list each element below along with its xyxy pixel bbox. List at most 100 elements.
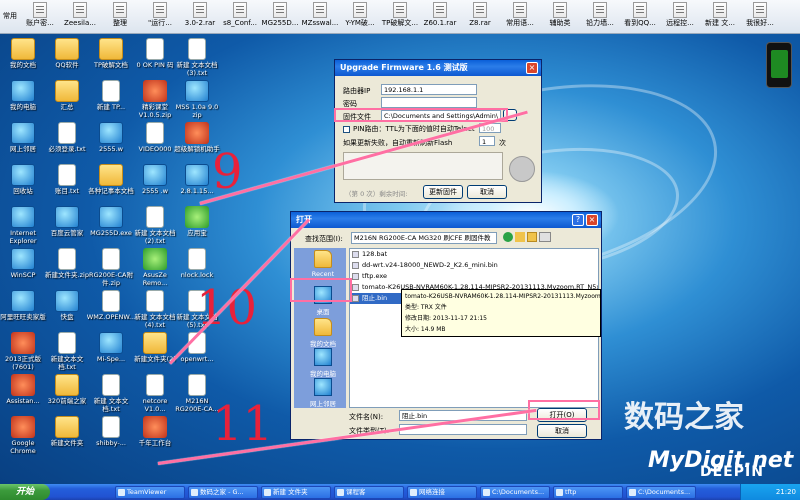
shortcut-item[interactable]: 远程控... bbox=[660, 0, 700, 34]
shortcut-item[interactable]: Z60.1.rar bbox=[420, 0, 460, 34]
new-folder-icon[interactable] bbox=[527, 232, 537, 242]
start-button[interactable]: 开始 bbox=[0, 484, 50, 500]
shortcut-item[interactable]: MG255D... bbox=[260, 0, 300, 34]
desktop-icon[interactable]: MSS 1.0a 9.0 zip bbox=[174, 80, 220, 119]
file-icon bbox=[313, 2, 327, 18]
taskbar-button[interactable]: 网络连接 bbox=[407, 485, 477, 499]
desktop-icon[interactable]: 汇总 bbox=[44, 80, 90, 111]
window-title: Upgrade Firmware 1.6 测试版 bbox=[335, 60, 541, 76]
up-folder-icon[interactable] bbox=[515, 232, 525, 242]
shortcut-item[interactable]: "运行... bbox=[140, 0, 180, 34]
desktop-icon[interactable]: 快盘 bbox=[44, 290, 90, 321]
shortcut-item[interactable]: 看到QQ... bbox=[620, 0, 660, 34]
desktop-icon[interactable]: MG255D.exe bbox=[88, 206, 134, 237]
desktop-icon[interactable]: netcore V1.0... bbox=[132, 374, 178, 413]
shortcut-item[interactable]: 我很好... bbox=[740, 0, 780, 34]
pin-checkbox[interactable] bbox=[343, 126, 350, 133]
desktop-icon[interactable]: TP破解文档 bbox=[88, 38, 134, 69]
desktop-icon[interactable]: 我的文档 bbox=[0, 38, 46, 69]
shortcut-item[interactable]: 铅力墙... bbox=[580, 0, 620, 34]
place-network[interactable]: 网上邻居 bbox=[297, 378, 349, 418]
desktop-icon[interactable]: 新建 文本文档 (3).txt bbox=[174, 38, 220, 77]
desktop-icon[interactable]: 阿里旺旺卖家版 bbox=[0, 290, 46, 321]
router-ip-input[interactable]: 192.168.1.1 bbox=[381, 84, 477, 95]
phone-gadget-icon[interactable] bbox=[766, 42, 792, 88]
retry-count-input[interactable]: 1 bbox=[479, 136, 495, 146]
file-item[interactable]: dd-wrt.v24-18000_NEWD-2_K2.6_mini.bin bbox=[350, 260, 598, 271]
desktop-icon[interactable]: 新建文件夹 bbox=[44, 416, 90, 447]
desktop-icon[interactable]: 必须登录.txt bbox=[44, 122, 90, 153]
shortcut-item[interactable]: 整理 bbox=[100, 0, 140, 34]
desktop-icon[interactable]: Assistan... bbox=[0, 374, 46, 405]
shortcut-item[interactable]: 新建 文... bbox=[700, 0, 740, 34]
desktop-icon[interactable]: 账目.txt bbox=[44, 164, 90, 195]
desktop-icon[interactable]: VIDEO000 bbox=[132, 122, 178, 153]
taskbar-button[interactable]: C:\Documents... bbox=[480, 485, 550, 499]
desktop-icon[interactable]: Google Chrome bbox=[0, 416, 46, 455]
shortcut-item[interactable]: 3.0-2.rar bbox=[180, 0, 220, 34]
shortcut-item[interactable]: TP破解文... bbox=[380, 0, 420, 34]
desktop-icon-label: 必须登录.txt bbox=[48, 145, 86, 153]
desktop-icon[interactable]: 新建 文本文档 (2).txt bbox=[132, 206, 178, 245]
close-icon[interactable]: × bbox=[586, 214, 598, 226]
taskbar-button[interactable]: C:\Documents... bbox=[626, 485, 696, 499]
lookin-select[interactable]: M216N RG200E-CA MG320 刷CFE 刷固件教 bbox=[351, 232, 497, 244]
desktop-icon[interactable]: nlock.lock bbox=[174, 248, 220, 279]
taskbar-button[interactable]: 数码之家 - G... bbox=[188, 485, 258, 499]
update-firmware-button[interactable]: 更新固件 bbox=[423, 185, 463, 199]
desktop-icon[interactable]: WinSCP bbox=[0, 248, 46, 279]
desktop-icon[interactable]: 回收站 bbox=[0, 164, 46, 195]
desktop-icon[interactable]: 2555 .w bbox=[132, 164, 178, 195]
desktop-icon[interactable]: 精彩课堂 V1.0.5.zip bbox=[132, 80, 178, 119]
desktop-icon[interactable]: 千年工作台 bbox=[132, 416, 178, 447]
back-icon[interactable] bbox=[503, 232, 513, 242]
shortcut-label: 看到QQ... bbox=[624, 19, 656, 27]
desktop-icon[interactable]: 2013正式版(7601) bbox=[0, 332, 46, 371]
file-item[interactable]: 128.bat bbox=[350, 249, 598, 260]
desktop-icon[interactable]: 新建文件夹.zip bbox=[44, 248, 90, 279]
password-input[interactable] bbox=[381, 97, 477, 108]
file-item[interactable]: tftp.exe bbox=[350, 271, 598, 282]
views-icon[interactable] bbox=[539, 232, 551, 242]
desktop-icon[interactable]: 新建 TP... bbox=[88, 80, 134, 111]
desktop-icon[interactable]: 新建 文本文档 (4).txt bbox=[132, 290, 178, 329]
shortcut-item[interactable]: 辅助类 bbox=[540, 0, 580, 34]
app-icon bbox=[99, 332, 123, 354]
desktop-icon[interactable]: 网上邻居 bbox=[0, 122, 46, 153]
shortcut-item[interactable]: MZsswal... bbox=[300, 0, 340, 34]
desktop-icon[interactable]: 0 OK PIN 码 bbox=[132, 38, 178, 69]
shortcut-item[interactable]: Zeesila... bbox=[60, 0, 100, 34]
shortcut-label: 铅力墙... bbox=[586, 19, 614, 27]
desktop-icon[interactable]: Internet Explorer bbox=[0, 206, 46, 245]
desktop-icon[interactable]: shibby-... bbox=[88, 416, 134, 447]
folder-icon bbox=[55, 80, 79, 102]
desktop-icon[interactable]: 新建文本文档.txt bbox=[44, 332, 90, 371]
desktop-icon[interactable]: 新建 文本文档.txt bbox=[88, 374, 134, 413]
cancel-button[interactable]: 取消 bbox=[537, 424, 587, 438]
taskbar-button[interactable]: 课程客 bbox=[334, 485, 404, 499]
shortcut-item[interactable]: 常用语... bbox=[500, 0, 540, 34]
desktop-icon[interactable]: RG200E-CA附件.zip bbox=[88, 248, 134, 287]
shortcut-item[interactable]: 常用 bbox=[0, 0, 20, 34]
taskbar-button[interactable]: 新建 文件夹 bbox=[261, 485, 331, 499]
desktop-icon[interactable]: 各种记事本文档 bbox=[88, 164, 134, 195]
taskbar-button[interactable]: tftp bbox=[553, 485, 623, 499]
desktop-icon-label: MG255D.exe bbox=[90, 229, 132, 237]
desktop-icon[interactable]: 应用宝 bbox=[174, 206, 220, 237]
taskbar-button[interactable]: TeamViewer bbox=[115, 485, 185, 499]
close-icon[interactable]: × bbox=[526, 62, 538, 74]
help-icon[interactable]: ? bbox=[572, 214, 584, 226]
desktop-icon[interactable]: Mi-Spe... bbox=[88, 332, 134, 363]
shortcut-item[interactable]: s8_Conf... bbox=[220, 0, 260, 34]
shortcut-item[interactable]: Y-YM破... bbox=[340, 0, 380, 34]
desktop-icon[interactable]: 百度云管家 bbox=[44, 206, 90, 237]
desktop-icon[interactable]: 2555.w bbox=[88, 122, 134, 153]
cancel-button[interactable]: 取消 bbox=[467, 185, 507, 199]
desktop-icon[interactable]: AsusZe Remo... bbox=[132, 248, 178, 287]
desktop-icon[interactable]: WMZ.OPENW... bbox=[87, 290, 135, 321]
shortcut-item[interactable]: Z8.rar bbox=[460, 0, 500, 34]
desktop-icon[interactable]: 320前端之家 bbox=[44, 374, 90, 405]
desktop-icon[interactable]: 我的电脑 bbox=[0, 80, 46, 111]
desktop-icon[interactable]: QQ软件 bbox=[44, 38, 90, 69]
shortcut-item[interactable]: 账户密... bbox=[20, 0, 60, 34]
